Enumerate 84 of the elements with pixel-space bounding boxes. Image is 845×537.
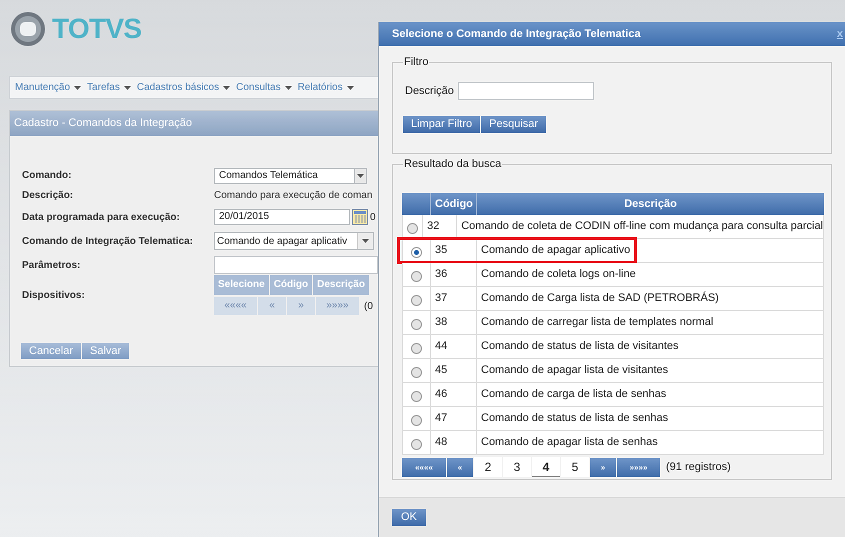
pager-button[interactable]: »	[287, 297, 315, 315]
pager-button[interactable]: «	[447, 458, 473, 476]
record-count: (91 registros)	[666, 460, 731, 475]
filter-button[interactable]: Pesquisar	[481, 116, 546, 133]
menu-item[interactable]: Manutenção	[15, 80, 82, 95]
caret-icon	[124, 86, 131, 90]
table-cell-text: Comando de status de lista de visitantes	[480, 339, 680, 354]
radio-button[interactable]	[411, 319, 422, 330]
pager-button[interactable]: ««««	[214, 297, 257, 315]
column-header: Selecione	[214, 275, 269, 295]
logo-icon	[10, 11, 46, 47]
radio-button[interactable]	[411, 391, 422, 402]
table-cell: 47	[431, 407, 477, 430]
calendar-icon[interactable]	[352, 209, 368, 225]
caret-icon	[357, 174, 364, 178]
radio-button[interactable]	[411, 439, 422, 450]
time-text: 0	[370, 210, 376, 224]
table-cell: 45	[431, 359, 477, 382]
caret-icon	[362, 239, 369, 243]
table-cell: 44	[431, 335, 477, 358]
menu-item[interactable]: Consultas	[236, 80, 292, 95]
table-cell-text: Comando de Carga lista de SAD (PETROBRÁS)	[480, 290, 720, 306]
field-label: Parâmetros:	[22, 258, 82, 272]
caret-icon	[346, 86, 354, 90]
radio-button[interactable]	[411, 271, 422, 282]
table-cell-text: Comando de coleta de CODIN off-line com mudança para consulta parcial	[460, 219, 823, 234]
radio-button[interactable]	[411, 415, 422, 426]
field-label: Descrição:	[22, 188, 74, 202]
caret-icon	[74, 86, 82, 90]
combo-field[interactable]: Comando de apagar aplicativ	[214, 232, 374, 250]
pager-button[interactable]: ««««	[402, 458, 446, 476]
table-cell-text: Comando de apagar aplicativo	[480, 243, 632, 258]
column-header: Descrição	[623, 197, 678, 212]
close-button[interactable]: x	[836, 26, 843, 42]
field-label: Comando de Integração Telematica:	[22, 234, 194, 248]
radio-button[interactable]	[407, 223, 418, 234]
field-label: Data programada para execução:	[22, 210, 181, 224]
form-button[interactable]: Cancelar	[21, 343, 82, 359]
panel-title: Cadastro - Comandos da Integração	[10, 111, 378, 136]
logo-text: TOTVS	[52, 12, 142, 46]
table-cell: 36	[431, 263, 477, 286]
form-button[interactable]: Salvar	[82, 343, 130, 359]
input-field[interactable]	[214, 256, 378, 274]
pager-button[interactable]: «	[258, 297, 286, 315]
radio-button[interactable]	[411, 247, 422, 258]
caret-icon	[284, 86, 292, 90]
table-cell: 46	[431, 383, 477, 406]
caret-icon	[223, 86, 230, 90]
table-cell-text: Comando de carga de lista de senhas	[480, 387, 668, 402]
description-text: Comando para execução de coman	[214, 188, 372, 202]
menu-item[interactable]: Cadastros básicos	[136, 80, 230, 95]
record-count: (0	[364, 300, 373, 314]
pager-button[interactable]: »	[590, 458, 616, 476]
page-button[interactable]: 5	[561, 457, 589, 477]
radio-button[interactable]	[411, 295, 422, 306]
field-label: Dispositivos:	[22, 288, 86, 302]
table-cell: 37	[431, 287, 477, 310]
page-button[interactable]: 4	[532, 457, 560, 477]
date-field[interactable]: 20/01/2015	[214, 209, 350, 225]
pager-button[interactable]: »»»»	[316, 297, 359, 315]
menu-item[interactable]: Relatórios	[298, 80, 354, 95]
table-cell-text: Comando de apagar lista de visitantes	[480, 363, 670, 378]
radio-button[interactable]	[411, 367, 422, 378]
radio-button[interactable]	[411, 343, 422, 354]
table-cell-text: Comando de apagar lista de senhas	[480, 435, 659, 450]
table-cell-text: Comando de status de lista de senhas	[480, 411, 670, 426]
field-label: Comando:	[22, 169, 72, 183]
dialog-title: Selecione o Comando de Integração Telematica	[392, 26, 641, 42]
page-button[interactable]: 2	[474, 457, 502, 477]
menu-item[interactable]: Tarefas	[87, 80, 131, 95]
field-label: Descrição	[405, 84, 454, 99]
page-button[interactable]: 3	[503, 457, 531, 477]
column-header: Descrição	[313, 275, 369, 295]
pager-button[interactable]: »»»»	[617, 458, 660, 476]
table-cell-text: Comando de coleta logs on-line	[480, 267, 637, 282]
column-header: Código	[270, 275, 312, 295]
filter-button[interactable]: Limpar Filtro	[403, 116, 480, 133]
ok-button[interactable]: OK	[392, 509, 426, 526]
select-field[interactable]: Comandos Telemática	[214, 168, 367, 184]
table-cell: 32	[423, 215, 458, 238]
table-cell: 38	[431, 311, 477, 334]
table-cell: 48	[431, 431, 477, 454]
search-field[interactable]	[458, 82, 594, 100]
table-cell-text: Comando de carregar lista de templates normal	[480, 315, 714, 330]
